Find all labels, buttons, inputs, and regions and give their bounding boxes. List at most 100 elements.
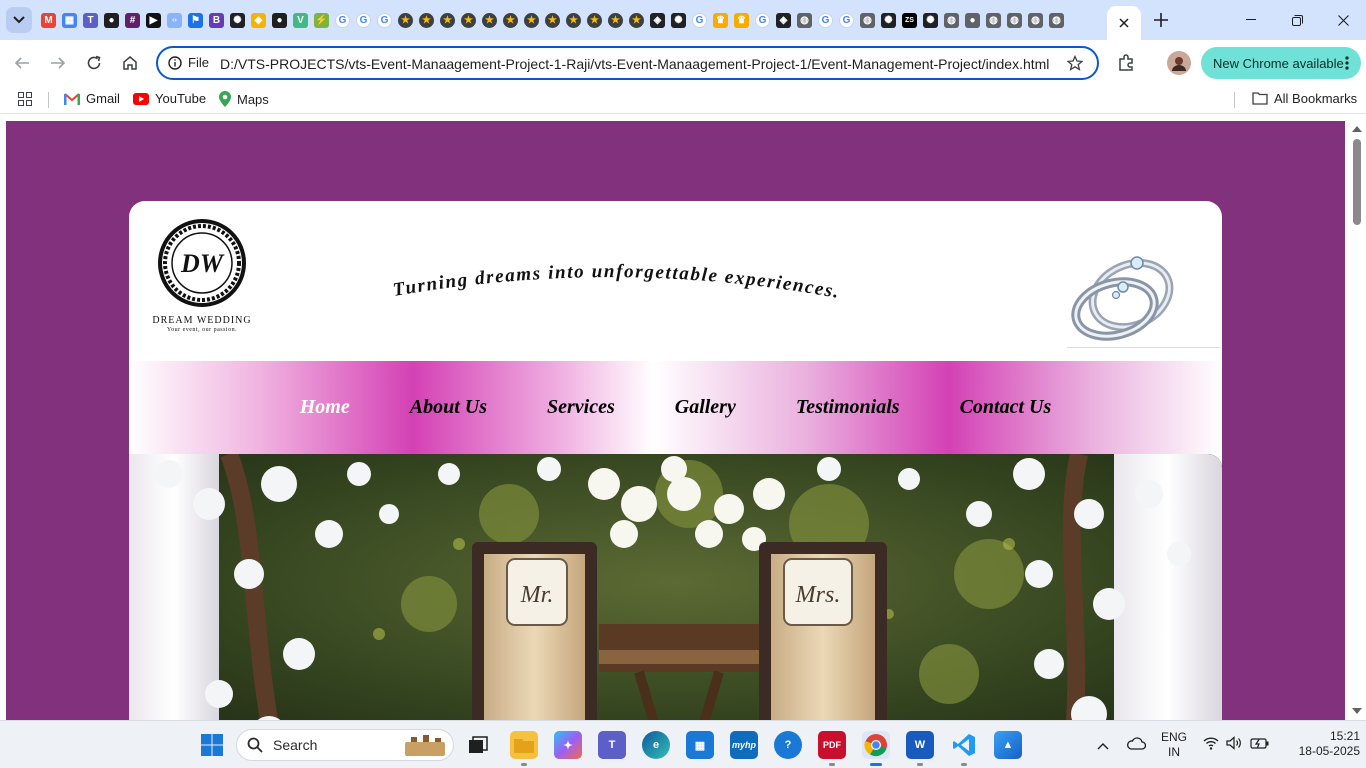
pdf-app-button[interactable]: PDF — [818, 731, 846, 759]
scroll-down-icon[interactable] — [1352, 708, 1362, 714]
pinned-tab[interactable]: G — [815, 10, 836, 30]
bookmark-youtube[interactable]: YouTube — [133, 91, 206, 106]
close-window-button[interactable] — [1320, 0, 1366, 40]
battery-button[interactable] — [1250, 736, 1270, 753]
pinned-tab[interactable]: # — [122, 10, 143, 30]
site-info-chip[interactable]: File — [168, 55, 209, 70]
pinned-tab[interactable]: ◆ — [248, 10, 269, 30]
pinned-tab[interactable]: M — [38, 10, 59, 30]
task-view-button[interactable] — [464, 731, 492, 759]
all-bookmarks-button[interactable]: All Bookmarks — [1252, 91, 1357, 106]
tab-search-button[interactable] — [6, 7, 32, 33]
photos-button[interactable]: ▲ — [994, 731, 1022, 759]
chrome-update-button[interactable]: New Chrome available — [1201, 47, 1361, 79]
bookmark-maps[interactable]: Maps — [219, 91, 269, 107]
pinned-tab[interactable]: ★ — [500, 10, 521, 30]
pinned-tab[interactable]: T — [80, 10, 101, 30]
close-icon[interactable] — [1119, 18, 1129, 28]
extensions-button[interactable] — [1114, 51, 1138, 75]
nav-gallery[interactable]: Gallery — [675, 396, 736, 419]
pinned-tab[interactable]: ★ — [458, 10, 479, 30]
teams-button[interactable]: T — [598, 731, 626, 759]
forward-button[interactable] — [46, 51, 70, 75]
pinned-tab[interactable]: G — [752, 10, 773, 30]
pinned-tab[interactable]: G — [353, 10, 374, 30]
pinned-tab[interactable]: ★ — [626, 10, 647, 30]
site-logo[interactable]: DW DREAM WEDDING Your event, our passion… — [147, 219, 257, 339]
tray-overflow-button[interactable] — [1097, 738, 1109, 753]
pinned-tab[interactable]: ZS — [899, 10, 920, 30]
pinned-tab[interactable]: B — [206, 10, 227, 30]
onedrive-button[interactable] — [1126, 736, 1147, 753]
clock[interactable]: 15:21 18-05-2025 — [1282, 729, 1362, 759]
vscode-button[interactable] — [950, 731, 978, 759]
get-help-button[interactable]: ? — [774, 731, 802, 759]
back-button[interactable] — [10, 51, 34, 75]
more-vert-icon[interactable] — [1345, 56, 1349, 70]
nav-contact-us[interactable]: Contact Us — [960, 396, 1052, 419]
bookmark-gmail[interactable]: Gmail — [64, 91, 120, 106]
pinned-tab[interactable]: ♛ — [710, 10, 731, 30]
pinned-tab[interactable]: ● — [101, 10, 122, 30]
pinned-tab[interactable]: ● — [269, 10, 290, 30]
new-tab-button[interactable] — [1150, 9, 1172, 31]
pinned-tab[interactable]: G — [332, 10, 353, 30]
pinned-tab[interactable]: ● — [962, 10, 983, 30]
pinned-tab[interactable]: G — [374, 10, 395, 30]
file-explorer-button[interactable] — [510, 731, 538, 759]
pinned-tab[interactable]: ◍ — [1046, 10, 1067, 30]
word-button[interactable]: W — [906, 731, 934, 759]
pinned-tab[interactable]: G — [836, 10, 857, 30]
scrollbar-thumb[interactable] — [1353, 139, 1361, 225]
page-scrollbar[interactable] — [1348, 121, 1362, 720]
pinned-tab[interactable]: ⚡ — [311, 10, 332, 30]
pinned-tab[interactable]: ▶ — [143, 10, 164, 30]
pinned-tab[interactable]: ◍ — [941, 10, 962, 30]
pinned-tab[interactable]: ★ — [479, 10, 500, 30]
pinned-tab[interactable]: ★ — [584, 10, 605, 30]
nav-services[interactable]: Services — [547, 396, 615, 419]
pinned-tab[interactable]: ▦ — [59, 10, 80, 30]
taskbar-search[interactable]: Search — [236, 729, 454, 761]
address-bar[interactable]: File D:/VTS-PROJECTS/vts-Event-Manaageme… — [156, 46, 1099, 80]
restore-button[interactable] — [1274, 0, 1320, 40]
active-tab[interactable] — [1107, 6, 1141, 40]
language-indicator[interactable]: ENG IN — [1160, 730, 1188, 760]
nav-home[interactable]: Home — [300, 396, 350, 419]
start-button[interactable] — [198, 731, 226, 759]
pinned-tab[interactable]: ★ — [563, 10, 584, 30]
pinned-tab[interactable]: ◈ — [773, 10, 794, 30]
nav-testimonials[interactable]: Testimonials — [796, 396, 900, 419]
pinned-tab[interactable]: ◍ — [794, 10, 815, 30]
apps-grid-button[interactable] — [18, 92, 32, 106]
nav-about-us[interactable]: About Us — [410, 396, 487, 419]
pinned-tab[interactable]: ★ — [542, 10, 563, 30]
myhp-button[interactable]: myhp — [730, 731, 758, 759]
pinned-tab[interactable]: ◍ — [983, 10, 1004, 30]
pinned-tab[interactable]: ✺ — [227, 10, 248, 30]
pinned-tab[interactable]: ◍ — [1004, 10, 1025, 30]
chrome-taskbar-button[interactable] — [862, 731, 890, 759]
url-text[interactable]: D:/VTS-PROJECTS/vts-Event-Manaagement-Pr… — [220, 56, 1049, 72]
reload-button[interactable] — [82, 51, 106, 75]
pinned-tab[interactable]: ★ — [416, 10, 437, 30]
pinned-tab[interactable]: ◍ — [857, 10, 878, 30]
pinned-tab[interactable]: ✺ — [668, 10, 689, 30]
pinned-tab[interactable]: ◈ — [647, 10, 668, 30]
pinned-tab[interactable]: ◍ — [1025, 10, 1046, 30]
pinned-tab[interactable]: ★ — [605, 10, 626, 30]
pinned-tab[interactable]: ♛ — [731, 10, 752, 30]
pinned-tab[interactable]: ⚑ — [185, 10, 206, 30]
copilot-button[interactable]: ✦ — [554, 731, 582, 759]
pinned-tab[interactable]: ‹› — [164, 10, 185, 30]
wifi-button[interactable] — [1203, 736, 1219, 753]
pinned-tab[interactable]: ★ — [395, 10, 416, 30]
pinned-tab[interactable]: ✺ — [878, 10, 899, 30]
bookmark-star-button[interactable] — [1066, 54, 1084, 74]
edge-button[interactable]: e — [642, 731, 670, 759]
pinned-tab[interactable]: ★ — [521, 10, 542, 30]
store-button[interactable]: ▦ — [686, 731, 714, 759]
scroll-up-icon[interactable] — [1352, 126, 1362, 132]
profile-avatar[interactable] — [1167, 51, 1191, 75]
pinned-tab[interactable]: G — [689, 10, 710, 30]
